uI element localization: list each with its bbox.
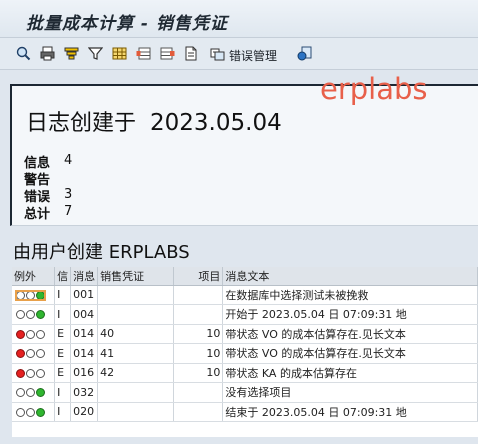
table-row[interactable]: I 001 在数据库中选择测试未被挽救 — [12, 285, 478, 305]
row-message-no: 014 — [70, 343, 99, 364]
table-row[interactable]: E 014 40 10 带状态 VO 的成本估算存在.见长文本 — [12, 324, 478, 344]
traffic-light-icon — [16, 329, 45, 339]
row-message-text: 带状态 VO 的成本估算存在.见长文本 — [222, 324, 478, 344]
table-row[interactable]: E 016 42 10 带状态 KA 的成本估算存在 — [12, 363, 478, 383]
window-title: 批量成本计算 - 销售凭证 — [26, 14, 228, 34]
select-layout-icon[interactable] — [160, 46, 175, 61]
row-item — [173, 285, 224, 305]
row-sales-doc — [97, 382, 175, 403]
table-row[interactable]: I 020 结束于 2023.05.04 日 07:09:31 地 — [12, 402, 478, 422]
export-icon[interactable] — [184, 46, 199, 61]
row-status — [12, 285, 56, 305]
row-message-text: 开始于 2023.05.04 日 07:09:31 地 — [222, 304, 478, 325]
sort-icon[interactable] — [64, 46, 79, 61]
toolbar: 错误管理 — [0, 38, 478, 70]
row-item: 10 — [173, 324, 224, 344]
table-header-row: 例外 信 消息 销售凭证 项目 消息文本 — [12, 267, 478, 286]
change-layout-icon[interactable] — [136, 46, 151, 61]
row-message-text: 带状态 VO 的成本估算存在.见长文本 — [222, 343, 478, 364]
traffic-light-icon — [15, 289, 46, 301]
col-exception[interactable]: 例外 — [12, 267, 56, 286]
log-title: 日志创建于 2023.05.04 — [26, 105, 282, 137]
message-grid: 例外 信 消息 销售凭证 项目 消息文本 I 001 在数据库中选择测试未被挽救 I 0… — [12, 267, 478, 437]
row-message-text: 在数据库中选择测试未被挽救 — [222, 285, 478, 305]
traffic-light-icon — [16, 388, 45, 398]
row-message-no: 001 — [70, 285, 99, 305]
log-title-label: 日志创建于 — [26, 111, 137, 136]
row-message-no: 016 — [70, 363, 99, 383]
row-status — [12, 324, 56, 344]
row-item: 10 — [173, 343, 224, 364]
log-window-icon[interactable] — [297, 46, 312, 61]
row-message-no: 032 — [70, 382, 99, 403]
row-message-no: 020 — [70, 402, 99, 422]
log-date: 2023.05.04 — [150, 110, 282, 136]
row-type: I — [54, 382, 72, 403]
row-message-text: 带状态 KA 的成本估算存在 — [222, 363, 478, 383]
row-sales-doc — [97, 285, 175, 305]
row-type: I — [54, 304, 72, 325]
row-status — [12, 343, 56, 364]
col-sales-doc[interactable]: 销售凭证 — [97, 267, 175, 286]
row-status — [12, 363, 56, 383]
traffic-light-icon — [16, 407, 45, 417]
row-item — [173, 382, 224, 403]
table-row[interactable]: I 004 开始于 2023.05.04 日 07:09:31 地 — [12, 304, 478, 325]
title-bar: 批量成本计算 - 销售凭证 — [0, 0, 478, 38]
error-management-icon[interactable] — [210, 46, 225, 61]
col-message-text[interactable]: 消息文本 — [222, 267, 478, 286]
layout-icon[interactable] — [112, 46, 127, 61]
row-item: 10 — [173, 363, 224, 383]
row-type: E — [54, 324, 72, 344]
row-message-no: 004 — [70, 304, 99, 325]
traffic-light-icon — [16, 349, 45, 359]
row-message-text: 结束于 2023.05.04 日 07:09:31 地 — [222, 402, 478, 422]
row-type: I — [54, 402, 72, 422]
row-sales-doc: 42 — [97, 363, 175, 383]
row-sales-doc: 41 — [97, 343, 175, 364]
row-sales-doc: 40 — [97, 324, 175, 344]
watermark-text: erplabs — [320, 72, 428, 106]
message-table: 例外 信 消息 销售凭证 项目 消息文本 I 001 在数据库中选择测试未被挽救 I 0… — [12, 267, 478, 422]
row-status — [12, 402, 56, 422]
traffic-light-icon — [16, 368, 45, 378]
filter-icon[interactable] — [88, 46, 103, 61]
row-message-no: 014 — [70, 324, 99, 344]
stat-total-label: 总计 — [24, 207, 51, 222]
row-sales-doc — [97, 402, 175, 422]
row-sales-doc — [97, 304, 175, 325]
row-status — [12, 382, 56, 403]
print-icon[interactable] — [40, 46, 55, 61]
col-item[interactable]: 项目 — [173, 267, 224, 286]
row-type: E — [54, 343, 72, 364]
col-message[interactable]: 消息 — [70, 267, 99, 286]
table-row[interactable]: I 032 没有选择项目 — [12, 382, 478, 403]
section-title: 由用户创建 ERPLABS — [13, 242, 190, 263]
row-message-text: 没有选择项目 — [222, 382, 478, 403]
row-type: E — [54, 363, 72, 383]
stat-error-value: 3 — [64, 187, 73, 202]
stat-total-value: 7 — [64, 204, 73, 219]
col-type[interactable]: 信 — [54, 267, 72, 286]
detail-icon[interactable] — [16, 46, 31, 61]
row-status — [12, 304, 56, 325]
row-type: I — [54, 285, 72, 305]
row-item — [173, 402, 224, 422]
error-management-button[interactable]: 错误管理 — [229, 47, 277, 64]
table-row[interactable]: E 014 41 10 带状态 VO 的成本估算存在.见长文本 — [12, 343, 478, 364]
stat-info-value: 4 — [64, 153, 73, 168]
traffic-light-icon — [16, 310, 45, 320]
row-item — [173, 304, 224, 325]
